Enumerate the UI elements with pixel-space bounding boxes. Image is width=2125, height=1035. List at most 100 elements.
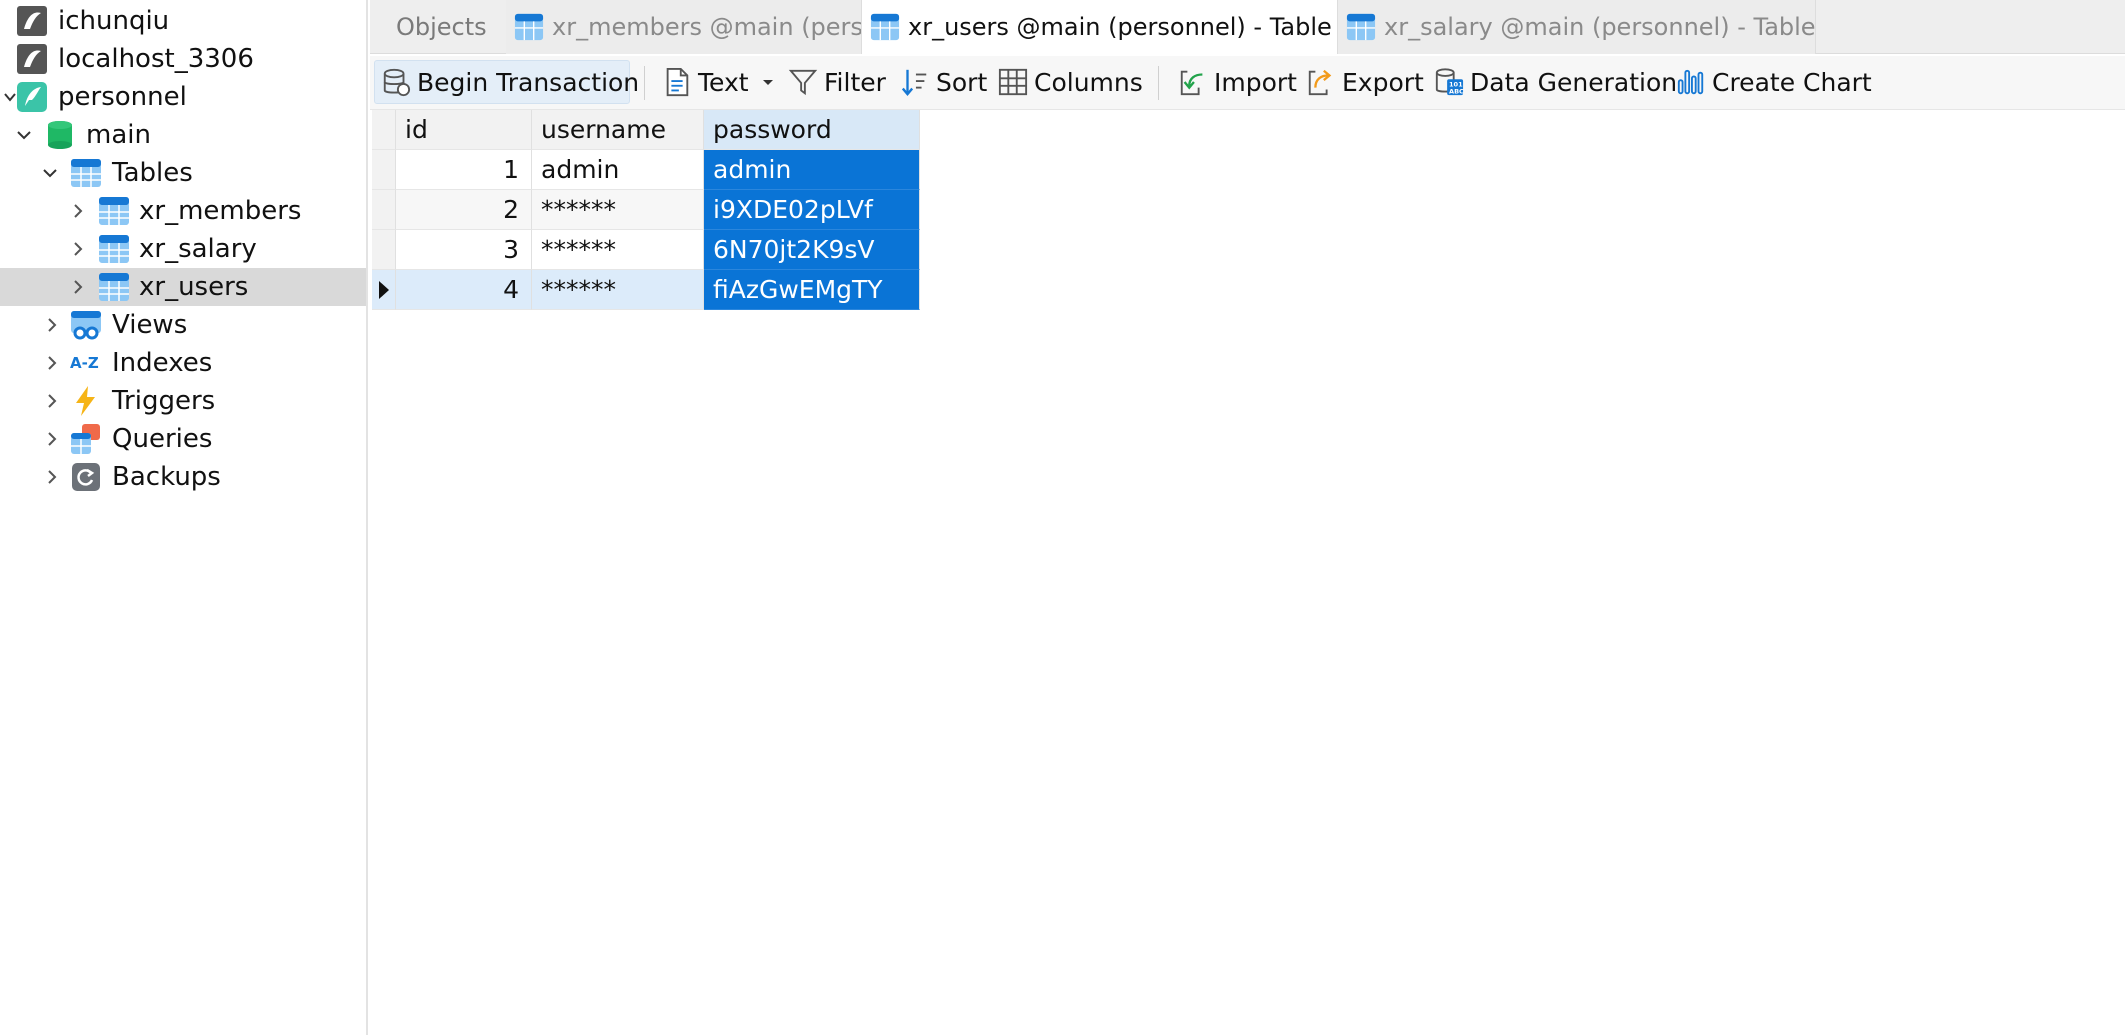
tree-item-label: xr_salary (139, 234, 257, 264)
table-icon (514, 13, 544, 41)
tree-item-xr-users[interactable]: xr_users (0, 268, 366, 306)
create-chart-label: Create Chart (1712, 67, 1872, 97)
export-button[interactable]: Export (1306, 60, 1424, 104)
chevron-down-icon[interactable] (40, 163, 60, 183)
sort-icon (901, 69, 927, 97)
sort-button[interactable]: Sort (900, 60, 987, 104)
column-header-password[interactable]: password (704, 110, 920, 150)
tree-item-backups[interactable]: Backups (0, 458, 366, 496)
lightning-icon (76, 386, 95, 416)
tree-item-label: Backups (112, 462, 221, 492)
tree-item-ichunqiu[interactable]: ichunqiu (0, 2, 366, 40)
chevron-right-icon[interactable] (68, 239, 88, 259)
chevron-right-icon[interactable] (42, 353, 62, 373)
table-icon (1346, 13, 1376, 41)
tab-xr-users[interactable]: xr_users @main (personnel) - Table (862, 0, 1338, 54)
filter-icon (788, 69, 818, 96)
export-icon (1308, 69, 1332, 96)
import-icon (1180, 70, 1203, 96)
import-button[interactable]: Import (1178, 60, 1297, 104)
tree-item-label: xr_users (139, 272, 249, 302)
cell-password[interactable]: 6N70jt2K9sV (704, 230, 920, 270)
table-icon (99, 273, 129, 301)
tree-item-label: Indexes (112, 348, 213, 378)
text-view-label: Text (698, 67, 749, 97)
tab-objects[interactable]: Objects (370, 0, 506, 54)
cell-username[interactable]: ****** (532, 190, 704, 230)
cell-username[interactable]: admin (532, 150, 704, 190)
connection-icon (17, 44, 47, 74)
tree-item-label: xr_members (139, 196, 302, 226)
chevron-right-icon[interactable] (42, 391, 62, 411)
tree-item-xr-salary[interactable]: xr_salary (0, 230, 366, 268)
tree-item-label: Triggers (112, 386, 216, 416)
tree-item-label: personnel (58, 82, 187, 112)
tables-icon (71, 159, 101, 187)
cell-id[interactable]: 3 (396, 230, 532, 270)
chevron-right-icon[interactable] (68, 277, 88, 297)
cell-password[interactable]: i9XDE02pLVf (704, 190, 920, 230)
tree-item-personnel[interactable]: personnel (0, 78, 366, 116)
row-marker-header (372, 110, 396, 150)
row-marker[interactable] (372, 190, 396, 230)
tree-item-localhost-3306[interactable]: localhost_3306 (0, 40, 366, 78)
svg-text:ABC: ABC (1449, 87, 1464, 95)
begin-transaction-button[interactable]: Begin Transaction (374, 60, 639, 104)
tree-item-tables[interactable]: Tables (0, 154, 366, 192)
table-icon (99, 235, 129, 263)
cell-id[interactable]: 1 (396, 150, 532, 190)
tree-item-main[interactable]: main (0, 116, 366, 154)
chevron-down-icon[interactable] (14, 125, 34, 145)
connection-icon (17, 6, 47, 36)
tree-item-queries[interactable]: Queries (0, 420, 366, 458)
table-icon (870, 13, 900, 41)
export-label: Export (1342, 67, 1424, 97)
row-marker[interactable] (372, 150, 396, 190)
tree-item-triggers[interactable]: Triggers (0, 382, 366, 420)
tree-item-label: Queries (112, 424, 213, 454)
tab-xr-members[interactable]: xr_members @main (personnel) - T... (506, 0, 862, 54)
data-generation-label: Data Generation (1470, 67, 1678, 97)
chevron-right-icon[interactable] (42, 315, 62, 335)
tree-item-label: localhost_3306 (58, 44, 254, 74)
sort-label: Sort (936, 67, 988, 97)
navigation-tree: ichunqiu localhost_3306 personnel main T… (0, 0, 368, 1035)
chevron-right-icon[interactable] (42, 467, 62, 487)
text-view-button[interactable]: Text (662, 60, 775, 104)
tree-item-label: ichunqiu (58, 6, 170, 36)
cell-username[interactable]: ****** (532, 230, 704, 270)
filter-button[interactable]: Filter (788, 60, 886, 104)
columns-icon (998, 68, 1028, 96)
cell-password[interactable]: fiAzGwEMgTY (704, 270, 920, 310)
columns-label: Columns (1034, 67, 1143, 97)
document-icon (666, 67, 689, 97)
create-chart-button[interactable]: Create Chart (1676, 60, 1872, 104)
toolbar-separator (644, 66, 645, 100)
current-row-arrow-icon (379, 281, 389, 299)
toolbar-separator (1158, 66, 1159, 100)
row-marker-current[interactable] (372, 270, 396, 310)
tree-item-xr-members[interactable]: xr_members (0, 192, 366, 230)
cell-username[interactable]: ****** (532, 270, 704, 310)
data-generation-button[interactable]: 101 ABC Data Generation (1434, 60, 1677, 104)
tree-item-label: main (86, 120, 151, 150)
cell-id[interactable]: 4 (396, 270, 532, 310)
column-header-id[interactable]: id (396, 110, 532, 150)
tab-label: xr_users @main (personnel) - Table (908, 13, 1332, 41)
tab-xr-salary[interactable]: xr_salary @main (personnel) - Table (1338, 0, 1816, 54)
columns-button[interactable]: Columns (998, 60, 1143, 104)
chevron-right-icon[interactable] (68, 201, 88, 221)
cell-id[interactable]: 2 (396, 190, 532, 230)
dropdown-arrow-icon[interactable] (761, 77, 775, 87)
filter-label: Filter (824, 67, 886, 97)
svg-text:A-Z: A-Z (70, 354, 99, 372)
database-transaction-icon (383, 68, 411, 97)
chevron-right-icon[interactable] (42, 429, 62, 449)
tree-item-views[interactable]: Views (0, 306, 366, 344)
cell-password[interactable]: admin (704, 150, 920, 190)
row-marker[interactable] (372, 230, 396, 270)
column-header-username[interactable]: username (532, 110, 704, 150)
tree-item-indexes[interactable]: A-Z Indexes (0, 344, 366, 382)
tab-label: xr_members @main (personnel) - T... (552, 13, 862, 41)
tree-item-label: Tables (112, 158, 193, 188)
